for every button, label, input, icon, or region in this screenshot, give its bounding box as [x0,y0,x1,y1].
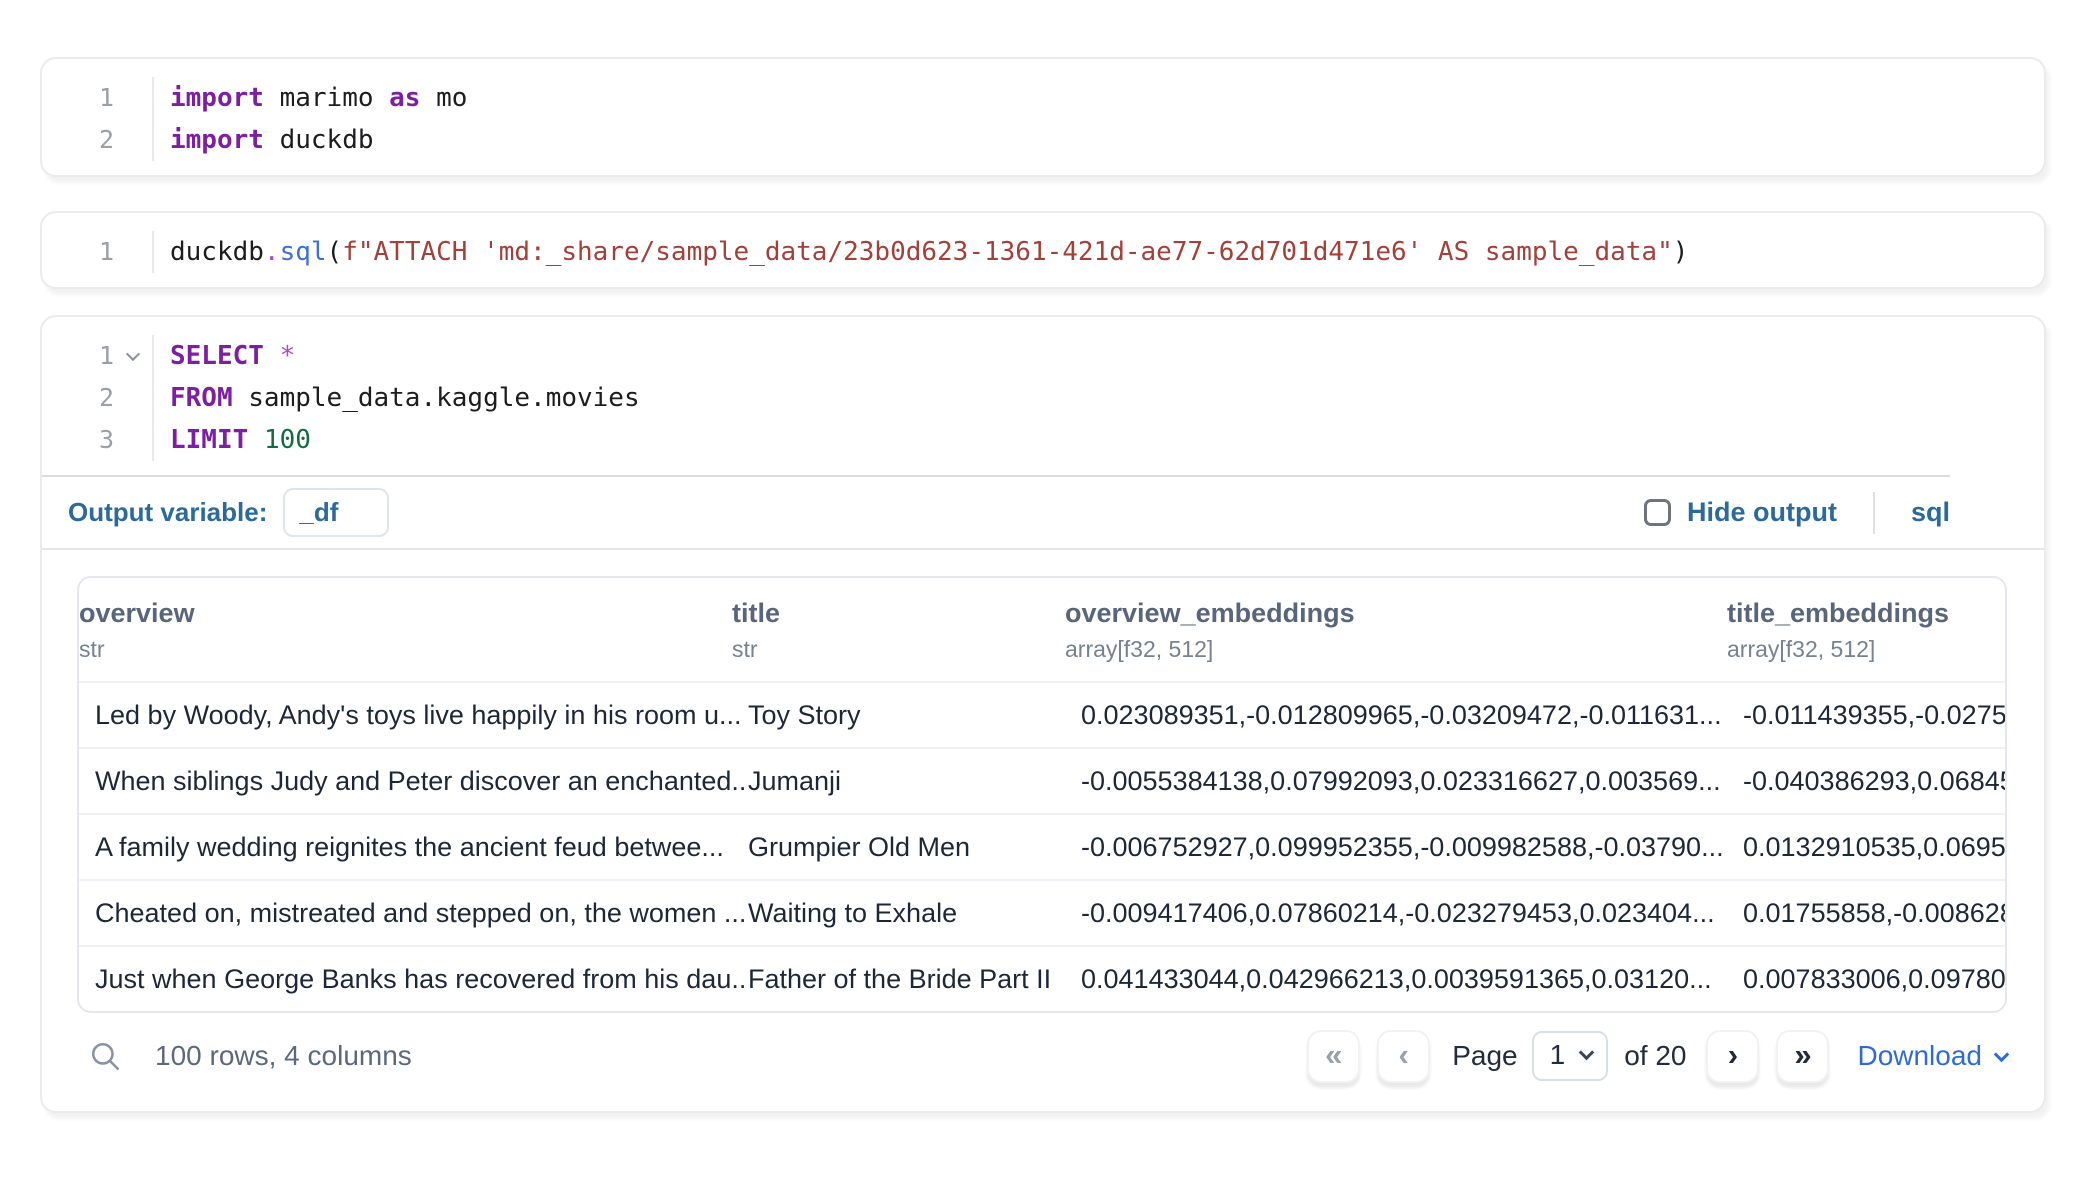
column-type: array[f32, 512] [1727,636,2005,663]
fold-chevron-icon[interactable] [126,347,140,361]
line-number-gutter: 1 [42,231,154,273]
table-cell[interactable]: -0.040386293,0.068451 [1743,766,2005,797]
hide-output-label[interactable]: Hide output [1687,497,1837,528]
table-cell[interactable]: Just when George Banks has recovered fro… [95,964,748,995]
line-number: 2 [42,119,152,161]
hide-output-checkbox[interactable] [1644,499,1671,526]
table-cell[interactable]: Cheated on, mistreated and stepped on, t… [95,898,748,929]
vertical-divider [1873,492,1875,534]
last-page-button[interactable]: » [1776,1030,1829,1083]
code-line[interactable]: FROM sample_data.kaggle.movies [170,377,640,419]
code-lines[interactable]: import marimo as moimport duckdb [154,77,467,161]
dataframe-table: overview str title str overview_embeddingsar… [77,576,2007,1013]
download-button[interactable]: Download [1857,1040,2007,1072]
table-cell[interactable]: 0.01755858,-0.0086286 [1743,898,2005,929]
table-row[interactable]: Cheated on, mistreated and stepped on, t… [79,879,2005,945]
code-editor[interactable]: 1 duckdb.sql(f"ATTACH 'md:_share/sample_… [42,213,2044,287]
code-line[interactable]: import marimo as mo [170,77,467,119]
table-cell[interactable]: -0.0055384138,0.07992093,0.023316627,0.0… [1081,766,1743,797]
column-type: array[f32, 512] [1065,636,1713,663]
code-editor[interactable]: 123 SELECT *FROM sample_data.kaggle.movi… [42,317,2044,475]
chevron-down-icon [1579,1044,1595,1060]
next-page-icon: › [1728,1039,1738,1070]
column-name: title_embeddings [1727,598,2005,629]
code-line[interactable]: SELECT * [170,335,640,377]
line-number: 2 [42,377,152,419]
output-variable-label: Output variable: [68,497,267,528]
total-pages-label: of 20 [1624,1040,1686,1072]
code-line[interactable]: duckdb.sql(f"ATTACH 'md:_share/sample_da… [170,231,1688,273]
column-header[interactable]: title_embeddings array[f32, 512] [1727,598,2005,663]
column-type: str [732,636,1051,663]
table-cell[interactable]: 0.023089351,-0.012809965,-0.03209472,-0.… [1081,700,1743,731]
code-cell-attach: 1 duckdb.sql(f"ATTACH 'md:_share/sample_… [40,211,2046,289]
search-button[interactable] [85,1036,125,1076]
row-count-summary: 100 rows, 4 columns [155,1040,412,1072]
table-row[interactable]: Just when George Banks has recovered fro… [79,945,2005,1011]
column-type: str [79,636,718,663]
pagination: « ‹ Page 1 of 20 › » Download [1307,1030,2007,1083]
column-name: overview [79,598,718,629]
table-row[interactable]: When siblings Judy and Peter discover an… [79,747,2005,813]
table-cell[interactable]: Waiting to Exhale [748,898,1081,929]
code-editor[interactable]: 12 import marimo as moimport duckdb [42,59,2044,175]
table-cell[interactable]: 0.041433044,0.042966213,0.0039591365,0.0… [1081,964,1743,995]
first-page-button[interactable]: « [1307,1030,1360,1083]
table-cell[interactable]: Father of the Bride Part II [748,964,1081,995]
cell-output: overview str title str overview_embeddingsar… [42,550,2044,1111]
column-header[interactable]: title str [732,598,1065,663]
table-header-row: overview str title str overview_embeddingsar… [79,578,2005,681]
code-cell-imports: 12 import marimo as moimport duckdb [40,57,2046,177]
previous-page-icon: ‹ [1399,1039,1409,1070]
table-footer: 100 rows, 4 columns « ‹ Page 1 of 20 › »… [77,1027,2007,1085]
code-line[interactable]: LIMIT 100 [170,419,640,461]
table-cell[interactable]: Grumpier Old Men [748,832,1081,863]
search-icon [88,1039,122,1073]
page-select-value: 1 [1550,1039,1566,1071]
output-variable-bar: Output variable: Hide output sql [42,477,2044,548]
line-number: 1 [42,335,152,377]
line-number-gutter: 12 [42,77,154,161]
page-label: Page [1452,1040,1517,1072]
last-page-icon: » [1794,1039,1811,1070]
line-number-gutter: 123 [42,335,154,461]
column-header[interactable]: overview str [79,598,732,663]
line-number: 1 [42,231,152,273]
table-cell[interactable]: 0.007833006,0.097801 [1743,964,2005,995]
table-cell[interactable]: Led by Woody, Andy's toys live happily i… [95,700,748,731]
first-page-icon: « [1325,1039,1342,1070]
column-name: title [732,598,1051,629]
table-cell[interactable]: -0.009417406,0.07860214,-0.023279453,0.0… [1081,898,1743,929]
previous-page-button[interactable]: ‹ [1377,1030,1430,1083]
table-cell[interactable]: -0.011439355,-0.02752 [1743,700,2005,731]
code-line[interactable]: import duckdb [170,119,467,161]
line-number: 1 [42,77,152,119]
output-variable-input[interactable] [283,488,389,537]
language-toggle[interactable]: sql [1911,497,1950,528]
column-header[interactable]: overview_embeddings array[f32, 512] [1065,598,1727,663]
table-cell[interactable]: A family wedding reignites the ancient f… [95,832,748,863]
chevron-down-icon [1994,1046,2010,1062]
next-page-button[interactable]: › [1706,1030,1759,1083]
table-cell[interactable]: Toy Story [748,700,1081,731]
sql-cell: 123 SELECT *FROM sample_data.kaggle.movi… [40,315,2046,1113]
table-cell[interactable]: -0.006752927,0.099952355,-0.009982588,-0… [1081,832,1743,863]
download-label: Download [1857,1040,1982,1072]
table-body: Led by Woody, Andy's toys live happily i… [79,681,2005,1011]
table-cell[interactable]: When siblings Judy and Peter discover an… [95,766,748,797]
page-select[interactable]: 1 [1532,1031,1609,1081]
code-lines[interactable]: SELECT *FROM sample_data.kaggle.moviesLI… [154,335,640,461]
table-row[interactable]: Led by Woody, Andy's toys live happily i… [79,681,2005,747]
code-lines[interactable]: duckdb.sql(f"ATTACH 'md:_share/sample_da… [154,231,1688,273]
line-number: 3 [42,419,152,461]
table-cell[interactable]: Jumanji [748,766,1081,797]
table-cell[interactable]: 0.0132910535,0.06958 [1743,832,2005,863]
column-name: overview_embeddings [1065,598,1713,629]
table-row[interactable]: A family wedding reignites the ancient f… [79,813,2005,879]
